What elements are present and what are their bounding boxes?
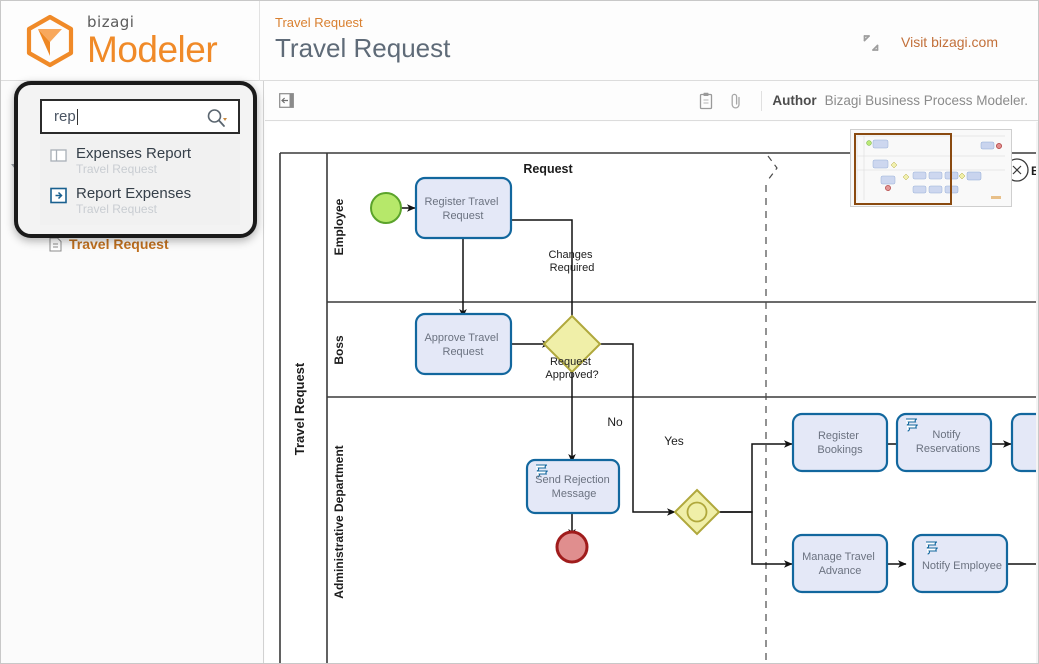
collapse-panel-icon[interactable] [279,93,294,108]
tree-item-label: Travel Request [69,236,169,252]
page-title-block: Travel Request Travel Request [275,15,450,64]
breadcrumb: Travel Request [275,15,363,30]
link-event-icon [50,187,67,204]
task-register-travel-request: Register Travel Request [414,176,513,240]
logo-product-text: Modeler [87,28,218,70]
gateway-inclusive-split [673,488,721,536]
svg-text:Notify Employee: Notify Employee [922,560,1002,572]
text-cursor [76,108,78,125]
toolbar-separator [761,90,763,111]
suggestion-subtitle: Travel Request [76,162,157,177]
lane-label-employee: Employee [332,198,346,255]
suggestion-report-expenses[interactable]: Report Expenses Travel Request [40,181,240,221]
task-manage-travel-advance: Manage Travel Advance [791,533,889,594]
task-notify-employee: Notify Employee [911,533,1009,594]
search-suggestions: Expenses Report Travel Request Report Ex… [40,137,240,226]
author-value: Bizagi Business Process Modeler. [824,93,1028,108]
start-event-node [370,192,402,224]
subprocess-icon [50,147,67,164]
diagram-toolbar: Author Bizagi Business Process Modeler. [265,81,1038,121]
diagram-canvas[interactable]: Travel Request Employee Boss Administrat… [265,122,1038,663]
clipboard-icon[interactable] [691,92,721,110]
group-label-request: Request [523,162,573,176]
edge-label-changes-required: Changes Required [548,249,595,274]
search-popup: rep Expenses Report Travel Request Repor… [14,81,257,238]
expand-arrows-icon[interactable] [860,32,882,54]
brand-logo[interactable]: bizagi Modeler [21,12,218,70]
suggestion-subtitle: Travel Request [76,202,157,217]
task-approve-travel-request: Approve Travel Request [414,312,513,376]
magnifier-dropdown-icon[interactable] [206,108,228,129]
edge-label-no: No [607,415,623,429]
suggestion-title: Report Expenses [76,185,192,203]
search-input[interactable]: rep [40,99,240,134]
header-divider [259,1,260,81]
gateway-request-approved: Request Approved? [542,314,602,381]
end-event-node [555,530,589,564]
task-offscreen-clipped [1010,412,1038,473]
author-label: Author [772,93,817,108]
search-input-value: rep [54,108,76,125]
toolbar-right-group: Author Bizagi Business Process Modeler. [691,90,1038,111]
diagram-minimap[interactable] [850,129,1012,207]
app-header: bizagi Modeler Travel Request Travel Req… [1,1,1038,81]
task-send-rejection-message: Send Rejection Message [525,458,621,515]
page-title: Travel Request [275,32,451,63]
logo-brand-text: bizagi [87,12,135,31]
svg-text:Request Approved?: Request Approved? [545,356,598,381]
lane-label-admin: Administrative Department [332,445,346,598]
pool-label: Travel Request [292,362,307,455]
suggestion-title: Expenses Report [76,145,192,162]
edge-label-yes: Yes [664,434,684,448]
diagram-icon [49,237,62,252]
minimap-viewport[interactable] [854,133,952,205]
task-register-bookings: Register Bookings [791,412,889,473]
lane-label-boss: Boss [332,335,346,365]
suggestion-expenses-report[interactable]: Expenses Report Travel Request [40,141,240,181]
visit-bizagi-link[interactable]: Visit bizagi.com [901,34,998,50]
task-notify-reservations: Notify Reservations [895,412,993,473]
group-boundary-dashed [765,155,778,663]
paperclip-icon[interactable] [721,92,751,110]
bizagi-modeler-window: bizagi Modeler Travel Request Travel Req… [0,0,1039,664]
bizagi-hexagon-logo-icon [21,12,79,70]
